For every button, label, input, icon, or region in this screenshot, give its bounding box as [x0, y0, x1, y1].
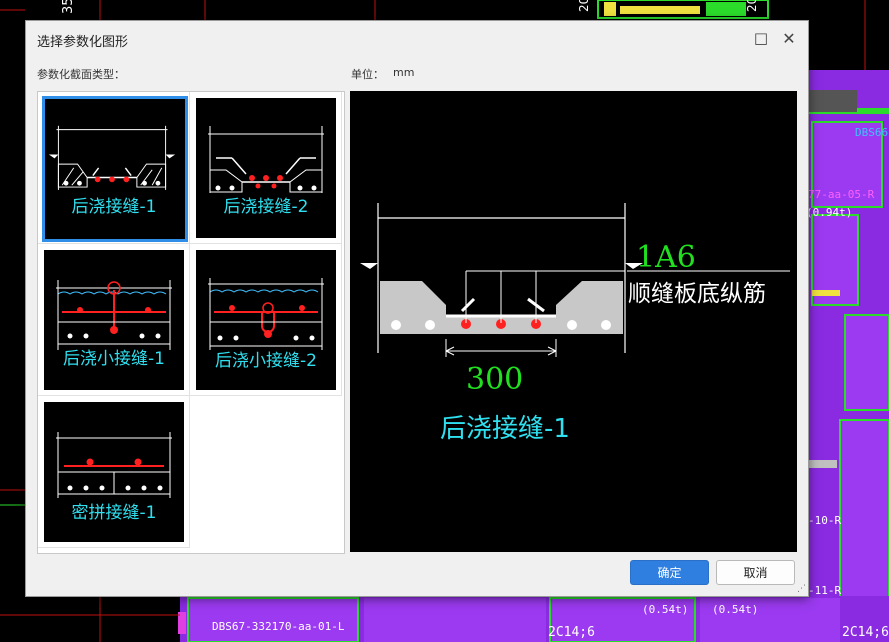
- select-parametric-shape-dialog: 选择参数化图形 □ ✕ 参数化截面类型： 单位： mm 后浇接缝-1 后浇接缝-…: [25, 20, 809, 597]
- rebar-spec-label: 1A6: [636, 240, 696, 275]
- shape-caption: 后浇接缝-1: [71, 197, 157, 217]
- dialog-title: 选择参数化图形: [37, 35, 129, 50]
- shape-thumbnail: [42, 96, 188, 242]
- cad-label: 2C14;6: [842, 625, 889, 640]
- shape-thumbnail: [196, 98, 336, 238]
- cad-label: 20: [577, 0, 591, 12]
- cad-label: -11-R: [808, 584, 841, 597]
- joint-section-icon: [208, 126, 324, 193]
- unit-label: 单位：: [351, 68, 384, 81]
- cad-label: (0.54t): [712, 603, 758, 616]
- cad-label: DBS66-: [855, 126, 889, 139]
- cad-label: 35: [61, 0, 76, 14]
- maximize-button[interactable]: □: [749, 27, 773, 49]
- cad-label: 20: [745, 0, 759, 12]
- small-joint-section-icon: [56, 280, 172, 350]
- shape-item[interactable]: 后浇接缝-2: [190, 92, 342, 244]
- cancel-button[interactable]: 取消: [716, 560, 795, 585]
- preview-drawing: 1A6 顺缝板底纵筋 300 后浇接缝-1: [360, 203, 790, 444]
- unit-value: mm: [393, 66, 415, 79]
- shape-preview: 1A6 顺缝板底纵筋 300 后浇接缝-1: [350, 91, 797, 552]
- cad-label: DBS67-332170-aa-01-L: [212, 620, 345, 633]
- shape-gallery[interactable]: 后浇接缝-1 后浇接缝-2 后浇小接缝-1 后浇小接缝-2 密拼接缝-1: [37, 91, 345, 554]
- section-type-label: 参数化截面类型：: [37, 68, 125, 81]
- close-button[interactable]: ✕: [777, 27, 801, 49]
- shape-caption: 密拼接缝-1: [71, 503, 157, 523]
- preview-title: 后浇接缝-1: [440, 414, 570, 444]
- cad-label: 77-aa-05-R: [808, 188, 875, 201]
- cad-label: (0.54t): [642, 603, 688, 616]
- shape-item[interactable]: 后浇小接缝-1: [38, 244, 190, 396]
- maximize-icon: □: [753, 29, 769, 47]
- shape-item[interactable]: 密拼接缝-1: [38, 396, 190, 548]
- close-icon: ✕: [782, 28, 796, 48]
- dimension-label: 300: [466, 362, 523, 397]
- cad-label: 2C14;6: [548, 625, 595, 640]
- shape-caption: 后浇小接缝-2: [215, 351, 317, 371]
- cad-label: -10-R: [808, 514, 841, 527]
- ok-button[interactable]: 确定: [630, 560, 709, 585]
- shape-thumbnail: [44, 250, 184, 390]
- shape-caption: 后浇小接缝-1: [63, 349, 165, 369]
- shape-caption: 后浇接缝-2: [223, 197, 309, 217]
- shape-item[interactable]: 后浇小接缝-2: [190, 244, 342, 396]
- rebar-desc-label: 顺缝板底纵筋: [628, 281, 766, 307]
- shape-item[interactable]: 后浇接缝-1: [38, 92, 190, 244]
- resize-grip-icon[interactable]: ⋰: [797, 584, 806, 594]
- cad-label: (0.94t): [806, 206, 852, 219]
